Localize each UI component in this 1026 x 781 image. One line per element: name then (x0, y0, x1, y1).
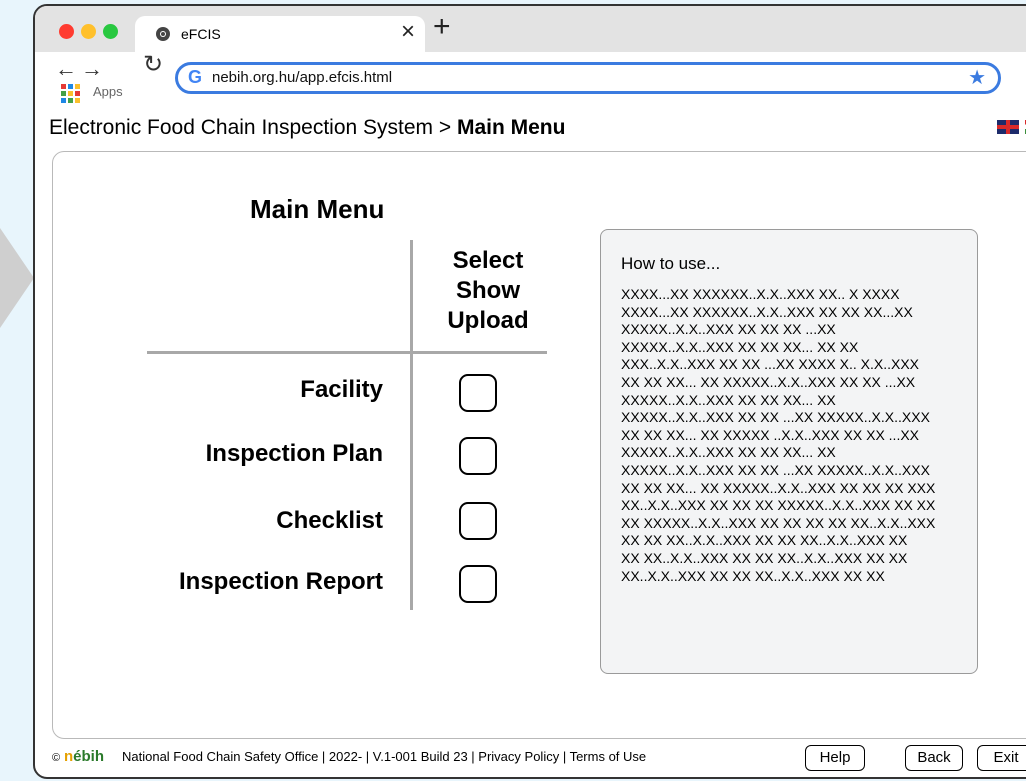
how-to-use-text: XXXX...XX XXXXXX..X.X..XXX XX.. X XXXX X… (621, 286, 969, 585)
exit-button[interactable]: Exit (977, 745, 1026, 771)
how-to-line: XXXXX..X.X..XXX XX XX ...XX XXXXX..X.X..… (621, 409, 930, 426)
browser-toolbar: ← → ↻ Apps G nebih.org.hu/app.efcis.html… (35, 52, 1026, 105)
how-to-line: XXX..X.X..XXX XX XX ...XX XXXX X.. X.X..… (621, 356, 920, 373)
back-arrow-icon[interactable]: ← (55, 58, 77, 80)
how-to-line: XX XX XX..X.X..XXX XX XX XX..X.X..XXX XX (621, 532, 908, 549)
horizontal-divider (147, 351, 547, 354)
inspection-report-checkbox[interactable] (459, 565, 497, 603)
column-header-select: Select (452, 247, 524, 274)
maximize-window-dot[interactable] (103, 24, 118, 39)
reload-icon[interactable]: ↻ (143, 53, 163, 77)
how-to-line: XX XX XX... XX XXXXX..X.X..XXX XX XX XX … (621, 479, 936, 496)
breadcrumb-current: Main Menu (456, 116, 566, 139)
breadcrumb: Electronic Food Chain Inspection System … (49, 116, 565, 140)
inspection-plan-checkbox[interactable] (459, 437, 497, 475)
how-to-use-title: How to use... (621, 254, 721, 273)
how-to-line: XXXXX..X.X..XXX XX XX XX... XX (621, 391, 836, 408)
tab-bar: eFCIS × + (35, 6, 1026, 52)
how-to-line: XXXXX..X.X..XXX XX XX ...XX XXXXX..X.X..… (621, 461, 930, 478)
browser-window: eFCIS × + ← → ↻ Apps G nebih.org.hu/app.… (33, 4, 1026, 779)
apps-grid-icon[interactable] (61, 84, 83, 103)
how-to-line: XXXXX..X.X..XXX XX XX XX... XX XX (621, 338, 859, 355)
how-to-use-panel: How to use... XXXX...XX XXXXXX..X.X..XXX… (600, 229, 978, 674)
address-bar[interactable]: G nebih.org.hu/app.efcis.html ★ (175, 62, 1001, 94)
logo-n: n (64, 748, 74, 765)
back-button[interactable]: Back (905, 745, 963, 771)
side-arrow-decoration (0, 228, 34, 328)
main-panel: Main Menu Select Show Upload Facility In… (52, 151, 1026, 739)
nebih-logo: © nébih (52, 748, 104, 765)
how-to-line: XXXXX..X.X..XXX XX XX XX ...XX (621, 321, 836, 338)
tab-efcis[interactable]: eFCIS × (135, 16, 425, 52)
logo-rest: ébih (73, 748, 105, 765)
how-to-line: XX XXXXX..X.X..XXX XX XX XX XX XX..X.X..… (621, 514, 936, 531)
minimize-window-dot[interactable] (81, 24, 96, 39)
row-label-checklist: Checklist (276, 507, 383, 534)
footer-text[interactable]: National Food Chain Safety Office | 2022… (122, 749, 646, 764)
how-to-line: XXXXX..X.X..XXX XX XX XX... XX (621, 444, 836, 461)
page-header: Electronic Food Chain Inspection System … (35, 104, 1026, 148)
how-to-line: XX XX XX... XX XXXXX..X.X..XXX XX XX ...… (621, 373, 916, 390)
how-to-line: XX XX..X.X..XXX XX XX XX..X.X..XXX XX XX (621, 549, 908, 566)
column-header-upload: Upload (447, 307, 529, 334)
how-to-line: XXXX...XX XXXXXX..X.X..XXX XX.. X XXXX (621, 286, 900, 302)
page-title: Main Menu (250, 194, 385, 224)
tab-title: eFCIS (181, 26, 221, 42)
english-flag-icon[interactable] (997, 120, 1019, 134)
row-label-facility: Facility (300, 376, 383, 403)
how-to-line: XX..X.X..XXX XX XX XX..X.X..XXX XX XX (621, 567, 885, 584)
column-header-show: Show (456, 277, 520, 304)
facility-checkbox[interactable] (459, 374, 497, 412)
vertical-divider (410, 240, 413, 610)
url-text[interactable]: nebih.org.hu/app.efcis.html (212, 69, 392, 86)
new-tab-icon[interactable]: + (433, 12, 451, 42)
how-to-line: XX..X.X..XXX XX XX XX XXXXX..X.X..XXX XX… (621, 497, 936, 514)
close-window-dot[interactable] (59, 24, 74, 39)
column-header: Select Show Upload (433, 246, 543, 336)
google-icon: G (188, 67, 203, 87)
close-tab-icon[interactable]: × (401, 20, 415, 44)
breadcrumb-prefix[interactable]: Electronic Food Chain Inspection System … (49, 116, 457, 139)
row-label-inspection-report: Inspection Report (178, 568, 383, 595)
forward-arrow-icon[interactable]: → (81, 58, 103, 80)
help-button[interactable]: Help (805, 745, 865, 771)
copyright-symbol: © (52, 752, 61, 764)
bookmark-star-icon[interactable]: ★ (968, 65, 986, 90)
row-label-inspection-plan: Inspection Plan (205, 440, 383, 467)
chrome-icon (156, 27, 170, 41)
apps-label[interactable]: Apps (93, 84, 123, 99)
how-to-line: XXXX...XX XXXXXX..X.X..XXX XX XX XX...XX (621, 303, 913, 320)
checklist-checkbox[interactable] (459, 502, 497, 540)
how-to-line: XX XX XX... XX XXXXX ..X.X..XXX XX XX ..… (621, 426, 920, 443)
footer: © nébih National Food Chain Safety Offic… (52, 741, 1026, 773)
